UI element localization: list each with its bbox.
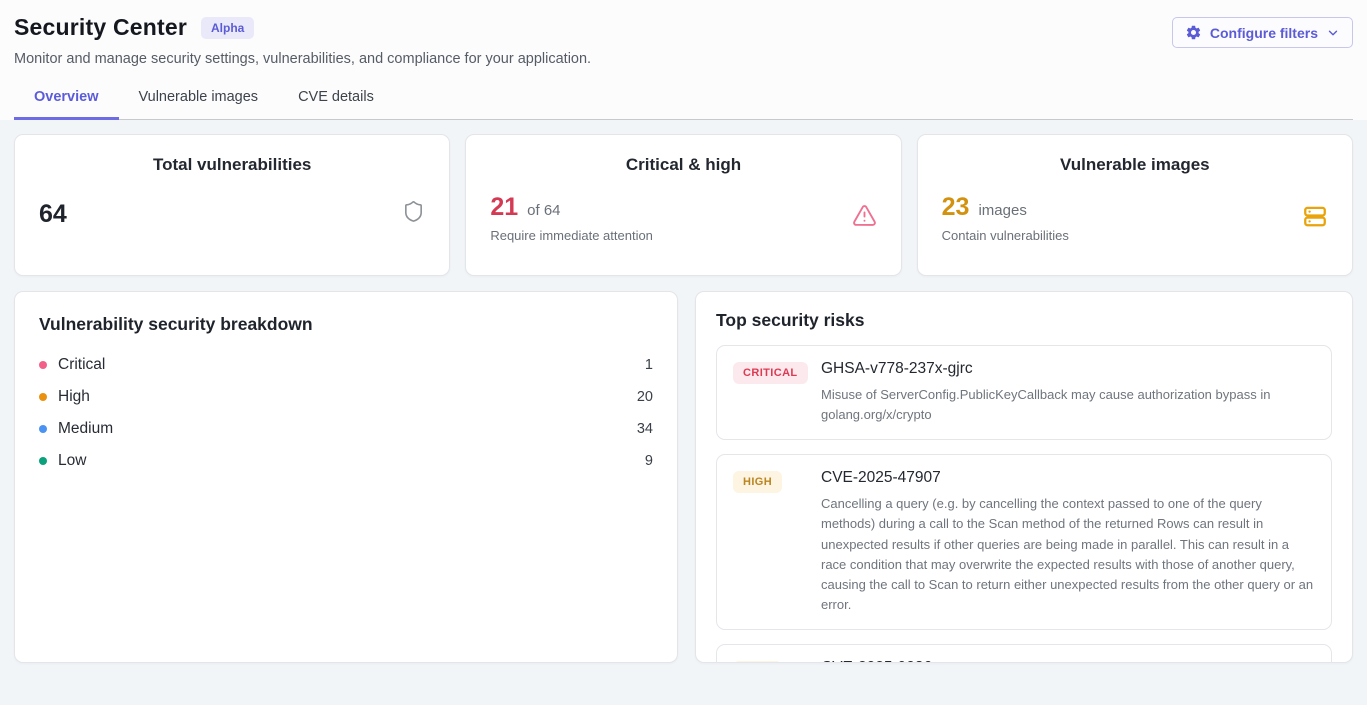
vulnerable-images-value: 23 bbox=[942, 193, 970, 222]
page-subtitle: Monitor and manage security settings, vu… bbox=[14, 51, 1353, 67]
vulnerable-images-card: Vulnerable images 23 images Contain vuln… bbox=[917, 134, 1353, 276]
total-vulnerabilities-card: Total vulnerabilities 64 bbox=[14, 134, 450, 276]
breakdown-value: 1 bbox=[645, 357, 653, 373]
risk-item-cve-2025-47907[interactable]: HIGH CVE-2025-47907 Cancelling a query (… bbox=[716, 454, 1332, 630]
stat-card-title: Critical & high bbox=[490, 155, 876, 175]
high-dot-icon bbox=[39, 393, 47, 401]
breakdown-label: Medium bbox=[58, 420, 113, 438]
severity-badge: CRITICAL bbox=[733, 362, 808, 384]
breakdown-row-medium: Medium 34 bbox=[39, 413, 653, 445]
critical-high-card: Critical & high 21 of 64 Require immedia… bbox=[465, 134, 901, 276]
tab-vulnerable-images[interactable]: Vulnerable images bbox=[119, 89, 279, 120]
tab-cve-details[interactable]: CVE details bbox=[278, 89, 394, 120]
risk-description: Misuse of ServerConfig.PublicKeyCallback… bbox=[821, 385, 1315, 425]
security-center-page: Security Center Alpha Configure filters … bbox=[0, 0, 1367, 677]
chevron-down-icon bbox=[1326, 26, 1340, 40]
shield-icon bbox=[402, 200, 425, 228]
critical-high-subtext: Require immediate attention bbox=[490, 228, 653, 243]
risk-description: Cancelling a query (e.g. by cancelling t… bbox=[821, 494, 1315, 615]
stats-row: Total vulnerabilities 64 bbox=[14, 134, 1353, 276]
risk-item-ghsa-v778-237x-gjrc[interactable]: CRITICAL GHSA-v778-237x-gjrc Misuse of S… bbox=[716, 345, 1332, 440]
risk-id: GHSA-v778-237x-gjrc bbox=[821, 360, 1315, 378]
medium-dot-icon bbox=[39, 425, 47, 433]
critical-dot-icon bbox=[39, 361, 47, 369]
risk-item-cve-2025-9086[interactable]: HIGH CVE-2025-9086 bbox=[716, 644, 1332, 663]
breakdown-value: 9 bbox=[645, 453, 653, 469]
page-header: Security Center Alpha Configure filters … bbox=[0, 0, 1367, 120]
warning-triangle-icon bbox=[852, 203, 877, 233]
risk-id: CVE-2025-9086 bbox=[821, 659, 1315, 663]
severity-badge: HIGH bbox=[733, 471, 782, 493]
top-security-risks-panel: Top security risks CRITICAL GHSA-v778-23… bbox=[695, 291, 1353, 663]
vulnerable-images-suffix: images bbox=[978, 202, 1026, 219]
low-dot-icon bbox=[39, 457, 47, 465]
breakdown-row-critical: Critical 1 bbox=[39, 349, 653, 381]
severity-badge: HIGH bbox=[733, 661, 782, 663]
configure-filters-label: Configure filters bbox=[1210, 25, 1318, 41]
breakdown-label: High bbox=[58, 388, 90, 406]
page-title: Security Center bbox=[14, 14, 187, 41]
breakdown-value: 34 bbox=[637, 421, 653, 437]
bottom-row: Vulnerability security breakdown Critica… bbox=[14, 291, 1353, 663]
breakdown-value: 20 bbox=[637, 389, 653, 405]
tab-bar: Overview Vulnerable images CVE details bbox=[14, 89, 1353, 120]
critical-high-value: 21 bbox=[490, 193, 518, 222]
total-vulnerabilities-value: 64 bbox=[39, 200, 67, 229]
server-icon bbox=[1302, 203, 1328, 234]
gear-icon bbox=[1185, 24, 1202, 41]
tab-overview[interactable]: Overview bbox=[14, 89, 119, 120]
breakdown-title: Vulnerability security breakdown bbox=[39, 314, 653, 335]
breakdown-row-high: High 20 bbox=[39, 381, 653, 413]
breakdown-list: Critical 1 High 20 Medium 34 bbox=[39, 349, 653, 477]
breakdown-label: Critical bbox=[58, 356, 105, 374]
stat-card-title: Vulnerable images bbox=[942, 155, 1328, 175]
risks-title: Top security risks bbox=[716, 310, 1332, 331]
vulnerability-breakdown-panel: Vulnerability security breakdown Critica… bbox=[14, 291, 678, 663]
alpha-badge: Alpha bbox=[201, 17, 254, 39]
breakdown-row-low: Low 9 bbox=[39, 445, 653, 477]
configure-filters-button[interactable]: Configure filters bbox=[1172, 17, 1353, 48]
main-content: Total vulnerabilities 64 bbox=[0, 120, 1367, 677]
breakdown-label: Low bbox=[58, 452, 86, 470]
critical-high-suffix: of 64 bbox=[527, 202, 560, 219]
stat-card-title: Total vulnerabilities bbox=[39, 155, 425, 175]
vulnerable-images-subtext: Contain vulnerabilities bbox=[942, 228, 1069, 243]
risk-id: CVE-2025-47907 bbox=[821, 469, 1315, 487]
